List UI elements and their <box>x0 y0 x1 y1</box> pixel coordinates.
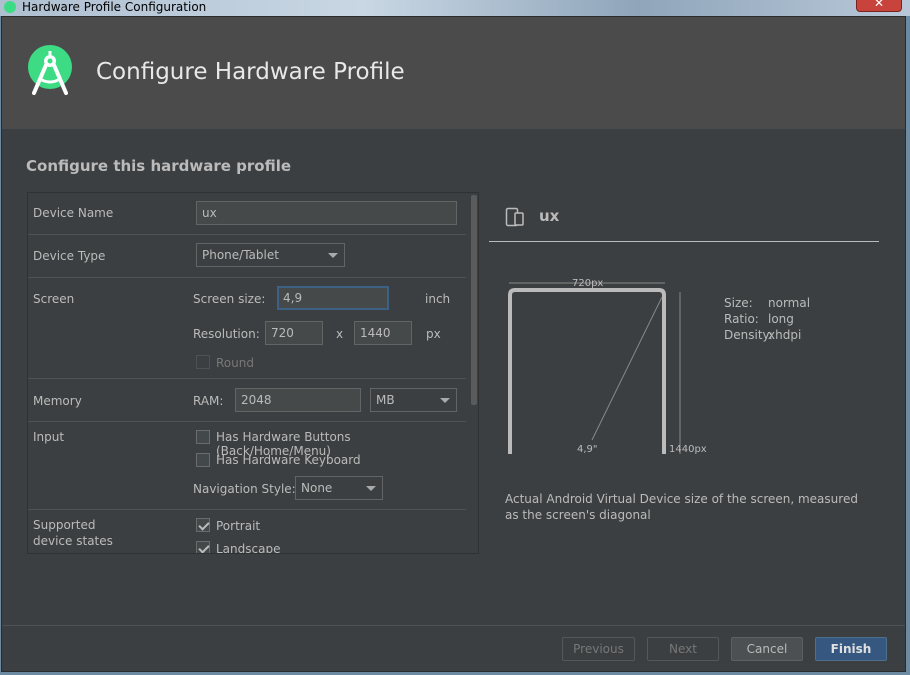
screen-row: Screen Screen size: 4,9 inch Resolution:… <box>28 278 466 379</box>
chevron-down-icon <box>366 486 376 491</box>
ratio-key: Ratio: <box>724 312 759 326</box>
device-type-value: Phone/Tablet <box>202 248 279 262</box>
previous-button[interactable]: Previous <box>562 637 635 661</box>
device-info-table: Size: normal Ratio: long Density:xhdpi <box>724 295 810 343</box>
round-checkbox[interactable] <box>196 355 210 369</box>
landscape-label: Landscape <box>216 542 281 554</box>
ram-unit-dropdown[interactable]: MB <box>370 388 457 412</box>
close-button[interactable]: ✕ <box>856 0 902 12</box>
navigation-style-dropdown[interactable]: None <box>295 476 383 500</box>
landscape-checkbox[interactable] <box>196 541 210 553</box>
input-label: Input <box>33 430 65 444</box>
ram-unit-value: MB <box>376 393 395 407</box>
screen-size-label: Screen size: <box>193 292 266 306</box>
footer-divider <box>2 625 905 626</box>
window-titlebar: Hardware Profile Configuration ✕ <box>0 0 910 16</box>
resolution-width-input[interactable]: 720 <box>265 321 323 345</box>
dialog-window: Configure Hardware Profile Configure thi… <box>1 16 906 672</box>
device-type-row: Device Type Phone/Tablet <box>28 235 466 278</box>
finish-button[interactable]: Finish <box>815 637 887 661</box>
diagram-width-label: 720px <box>572 278 603 289</box>
preview-divider <box>489 241 879 242</box>
navigation-style-label: Navigation Style: <box>193 482 296 496</box>
window-title: Hardware Profile Configuration <box>22 0 207 14</box>
device-name-input[interactable]: ux <box>196 201 457 225</box>
size-value: normal <box>768 296 811 310</box>
resolution-unit: px <box>426 327 441 341</box>
android-studio-logo-icon <box>28 45 72 95</box>
supported-states-label-1: Supported <box>33 518 96 532</box>
device-type-dropdown[interactable]: Phone/Tablet <box>196 243 345 267</box>
hardware-form-panel: Device Name ux Device Type Phone/Tablet … <box>27 192 479 554</box>
form-scrollbar[interactable] <box>470 193 478 553</box>
input-row: Input Has Hardware Buttons (Back/Home/Me… <box>28 422 466 510</box>
diagram-height-label: 1440px <box>669 444 707 455</box>
preview-caption: Actual Android Virtual Device size of th… <box>505 492 858 522</box>
diagram-diagonal-label: 4,9" <box>577 444 598 455</box>
size-key: Size: <box>724 296 753 310</box>
resolution-height-input[interactable]: 1440 <box>354 321 412 345</box>
navigation-style-value: None <box>301 481 333 495</box>
android-studio-icon <box>4 1 16 13</box>
scrollbar-thumb[interactable] <box>471 195 477 405</box>
ram-label: RAM: <box>193 394 224 408</box>
cancel-button[interactable]: Cancel <box>731 637 803 661</box>
device-type-label: Device Type <box>33 249 106 263</box>
section-title: Configure this hardware profile <box>26 157 292 175</box>
ram-input[interactable]: 2048 <box>235 388 361 412</box>
round-label: Round <box>216 356 254 370</box>
chevron-down-icon <box>440 398 450 403</box>
next-button[interactable]: Next <box>647 637 719 661</box>
resolution-x-label: x <box>336 327 344 341</box>
density-key: Density: <box>724 328 773 342</box>
hardware-keyboard-label: Has Hardware Keyboard <box>216 453 361 467</box>
memory-label: Memory <box>33 394 82 408</box>
device-name-row: Device Name ux <box>28 193 466 235</box>
memory-row: Memory RAM: 2048 MB <box>28 379 466 422</box>
hardware-buttons-checkbox[interactable] <box>196 430 210 444</box>
page-title: Configure Hardware Profile <box>96 59 405 85</box>
ratio-value: long <box>768 312 794 326</box>
resolution-label: Resolution: <box>193 327 260 341</box>
dialog-header: Configure Hardware Profile <box>2 17 905 129</box>
supported-states-label-2: device states <box>33 534 113 548</box>
screen-size-diagram: 720px 4,9" 1440px <box>508 278 707 455</box>
preview-device-name: ux <box>539 207 560 225</box>
device-name-label: Device Name <box>33 206 114 220</box>
device-icon <box>505 207 524 227</box>
supported-states-row: Supported device states Portrait Landsca… <box>28 510 466 554</box>
portrait-label: Portrait <box>216 519 261 533</box>
hardware-keyboard-checkbox[interactable] <box>196 453 210 467</box>
portrait-checkbox[interactable] <box>196 518 210 532</box>
screen-size-input[interactable]: 4,9 <box>277 286 389 310</box>
density-value: xhdpi <box>768 328 802 342</box>
chevron-down-icon <box>328 253 338 258</box>
screen-size-unit: inch <box>425 292 451 306</box>
screen-label: Screen <box>33 292 75 306</box>
